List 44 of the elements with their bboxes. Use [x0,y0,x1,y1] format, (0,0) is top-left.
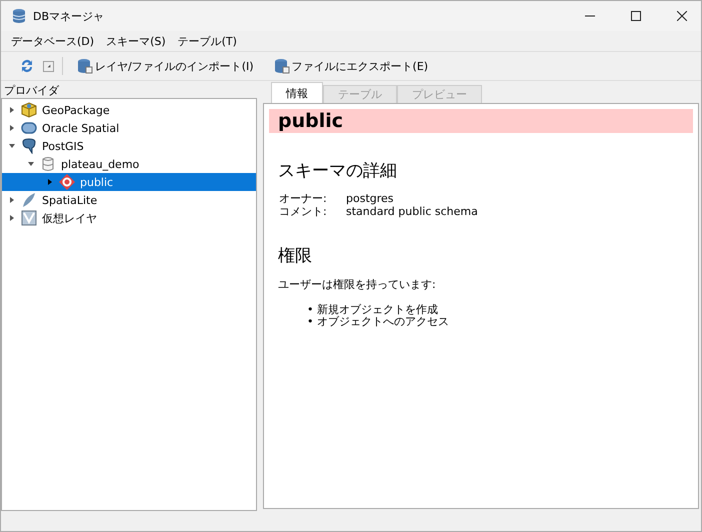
database-icon [77,58,93,74]
export-button[interactable]: ファイルにエクスポート(E) [268,58,434,74]
detail-label: オーナー: [279,192,328,205]
tab[interactable]: 情報 [271,82,323,103]
diamond-icon [59,174,75,190]
tree-item[interactable]: SpatiaLite [2,191,256,209]
tree-item[interactable]: 仮想レイヤ [2,209,256,227]
tree-item[interactable]: PostGIS [2,137,256,155]
schema-title: public [269,109,693,133]
menu-item[interactable]: データベース(D) [11,34,94,48]
menu-item[interactable]: テーブル(T) [178,34,237,48]
feather-icon [21,192,37,208]
maximize-icon[interactable] [631,11,641,21]
tree-item[interactable]: GeoPackage [2,101,256,119]
expand-arrow-icon[interactable] [8,142,16,150]
database-icon [11,8,27,24]
detail-value: standard public schema [346,205,478,218]
window-icon[interactable] [43,60,54,72]
expand-arrow-icon[interactable] [8,124,16,132]
section-heading: 権限 [278,245,313,267]
panel-title: プロバイダ [3,83,60,98]
section-heading: スキーマの詳細 [278,160,398,182]
layer-icon [21,210,37,226]
tree-item[interactable]: public [2,173,256,191]
expand-arrow-icon[interactable] [8,196,16,204]
tree-item[interactable]: Oracle Spatial [2,119,256,137]
detail-label: コメント: [279,205,328,218]
detail-value: postgres [346,192,395,205]
privilege-item: • 新規オブジェクトを作成 [307,304,439,316]
expand-arrow-icon[interactable] [8,214,16,222]
expand-arrow-icon[interactable] [8,106,16,114]
cube-icon [21,102,37,118]
privileges-text: ユーザーは権限を持っています: [278,277,437,292]
close-icon[interactable] [677,11,687,21]
window-title: DBマネージャ [33,8,104,24]
database-icon [274,58,290,74]
tree-item[interactable]: plateau_demo [2,155,256,173]
cylinder-icon [40,156,56,172]
expand-arrow-icon[interactable] [46,178,54,186]
import-button[interactable]: レイヤ/ファイルのインポート(I) [71,58,260,74]
expand-arrow-icon[interactable] [27,160,35,168]
menu-item[interactable]: スキーマ(S) [106,34,166,48]
privilege-item: • オブジェクトへのアクセス [307,316,450,328]
refresh-icon[interactable] [19,58,35,74]
